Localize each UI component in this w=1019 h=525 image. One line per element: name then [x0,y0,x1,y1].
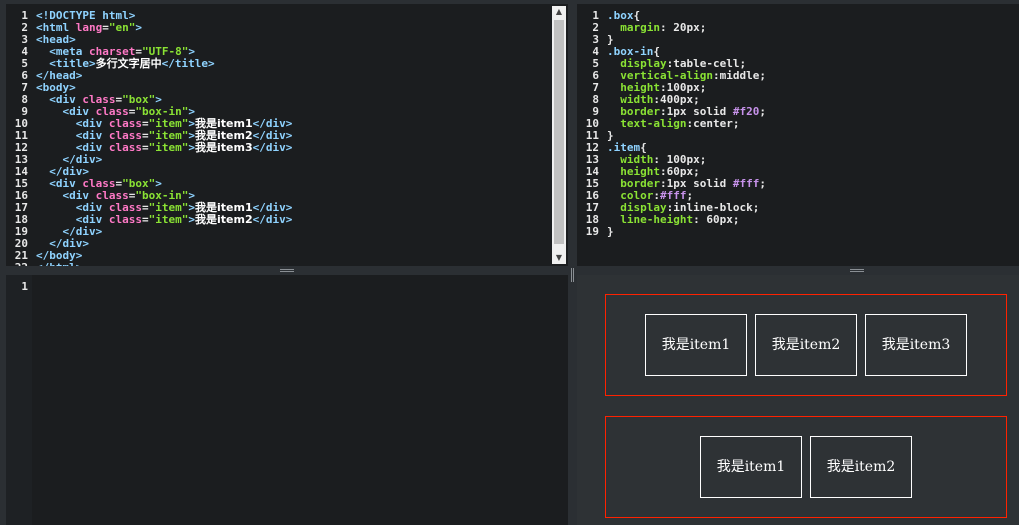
code-line[interactable]: 13 </div> [6,154,568,166]
code-line[interactable]: 2 margin: 20px; [577,22,1019,34]
css-code-area[interactable]: 1 .box{2 margin: 20px; 3} 4 .box-in{5 displa… [577,10,1019,238]
code-line[interactable]: 21 </body> [6,250,568,262]
scroll-thumb[interactable] [554,20,564,244]
js-editor-gutter [6,275,32,525]
code-line[interactable]: 6 </head> [6,70,568,82]
code-text: line-height: 60px; [620,213,740,226]
result-preview-pane: 我是item1 我是item2 我是item3 我是item1 我是item2 [577,275,1019,525]
resize-grip-icon[interactable] [571,268,574,282]
code-line[interactable]: 19} [577,226,1019,238]
left-horizontal-divider[interactable] [6,266,568,275]
resize-grip-icon[interactable] [280,269,294,272]
code-text: text-align:center; [620,117,740,130]
html-editor-pane[interactable]: 1 <!DOCTYPE html> 2 <html lang="en"> 3 <head>… [6,4,568,266]
result-box: 我是item1 我是item2 [605,416,1007,518]
right-horizontal-divider[interactable] [577,266,1019,275]
code-text: } [607,225,614,238]
code-line[interactable]: 18 line-height: 60px; [577,214,1019,226]
html-editor-scrollbar[interactable]: ▲ ▼ [552,6,566,264]
code-line[interactable]: 5 <title>多行文字居中</title> [6,58,568,70]
result-item: 我是item2 [810,436,912,498]
line-number: 1 [21,280,28,293]
css-editor-pane[interactable]: 1 .box{2 margin: 20px; 3} 4 .box-in{5 displa… [577,4,1019,266]
resize-grip-icon[interactable] [850,269,864,272]
scroll-down-arrow-icon[interactable]: ▼ [552,252,566,264]
code-line[interactable]: 10 text-align:center; [577,118,1019,130]
code-line[interactable]: 20 </div> [6,238,568,250]
js-editor-pane[interactable]: 1 [6,275,568,525]
result-item: 我是item3 [865,314,967,376]
code-line[interactable]: 19 </div> [6,226,568,238]
result-item: 我是item1 [700,436,802,498]
code-line[interactable]: 2 <html lang="en"> [6,22,568,34]
result-item: 我是item1 [645,314,747,376]
scroll-up-arrow-icon[interactable]: ▲ [552,6,566,18]
code-text: margin: 20px; [620,21,707,34]
js-code-area[interactable]: 1 [6,281,568,293]
vertical-divider[interactable] [568,4,577,525]
html-code-area[interactable]: 1 <!DOCTYPE html> 2 <html lang="en"> 3 <head>… [6,10,568,267]
line-number: 19 [585,225,599,238]
result-item: 我是item2 [755,314,857,376]
result-box: 我是item1 我是item2 我是item3 [605,294,1007,396]
code-line[interactable]: 1 [6,281,568,293]
